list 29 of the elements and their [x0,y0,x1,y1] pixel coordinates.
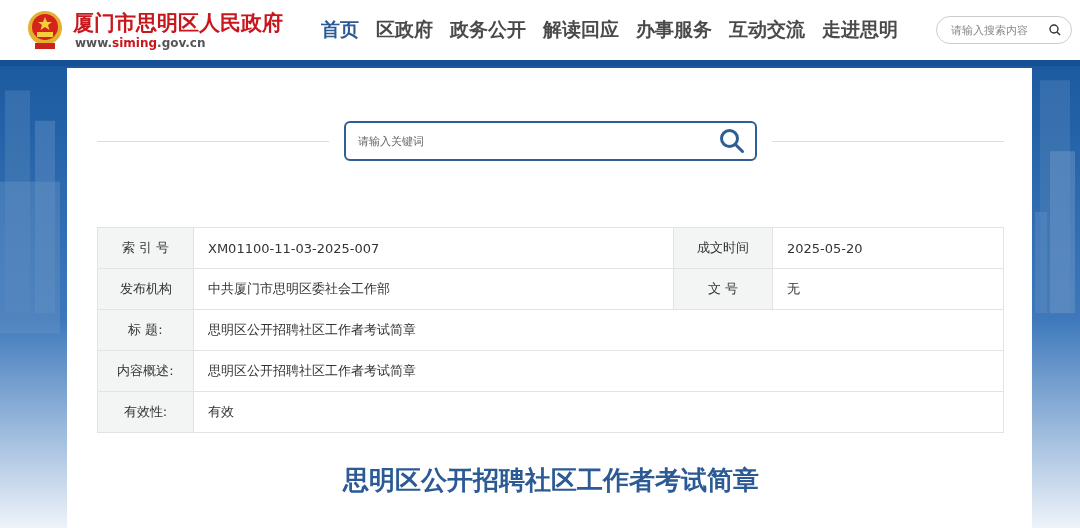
field-value: 无 [773,269,1004,310]
field-label: 成文时间 [674,228,773,269]
nav-link[interactable]: 政务公开 [450,17,526,43]
nav-link[interactable]: 首页 [321,17,359,43]
nav-link[interactable]: 办事服务 [636,17,712,43]
article-title: 思明区公开招聘社区工作者考试简章 [342,464,759,497]
nav-link[interactable]: 互动交流 [729,17,805,43]
search-icon[interactable] [1049,24,1061,36]
site-name: 厦门市思明区人民政府 [73,10,283,36]
field-value: 中共厦门市思明区委社会工作部 [194,269,674,310]
nav-link[interactable]: 走进思明 [822,17,898,43]
field-label: 有效性: [98,392,194,433]
nav-link[interactable]: 区政府 [376,17,433,43]
emblem-icon [26,10,64,50]
nav-link[interactable]: 解读回应 [543,17,619,43]
field-value: 思明区公开招聘社区工作者考试简章 [194,351,1004,392]
field-label: 发布机构 [98,269,194,310]
field-value: 思明区公开招聘社区工作者考试简章 [194,310,1004,351]
search-field[interactable]: 请输入搜索内容 [936,16,1072,44]
field-value: 有效 [194,392,1004,433]
field-label: 标 题: [98,310,194,351]
field-value: 2025-05-20 [773,228,1004,269]
site-url: www.siming.gov.cn [75,36,207,50]
search-icon[interactable] [719,128,745,154]
field-value: XM01100-11-03-2025-007 [194,228,674,269]
field-label: 内容概述: [98,351,194,392]
field-label: 索 引 号 [98,228,194,269]
field-label: 文 号 [674,269,773,310]
keyword-search-field[interactable]: 请输入关键词 [344,121,757,161]
